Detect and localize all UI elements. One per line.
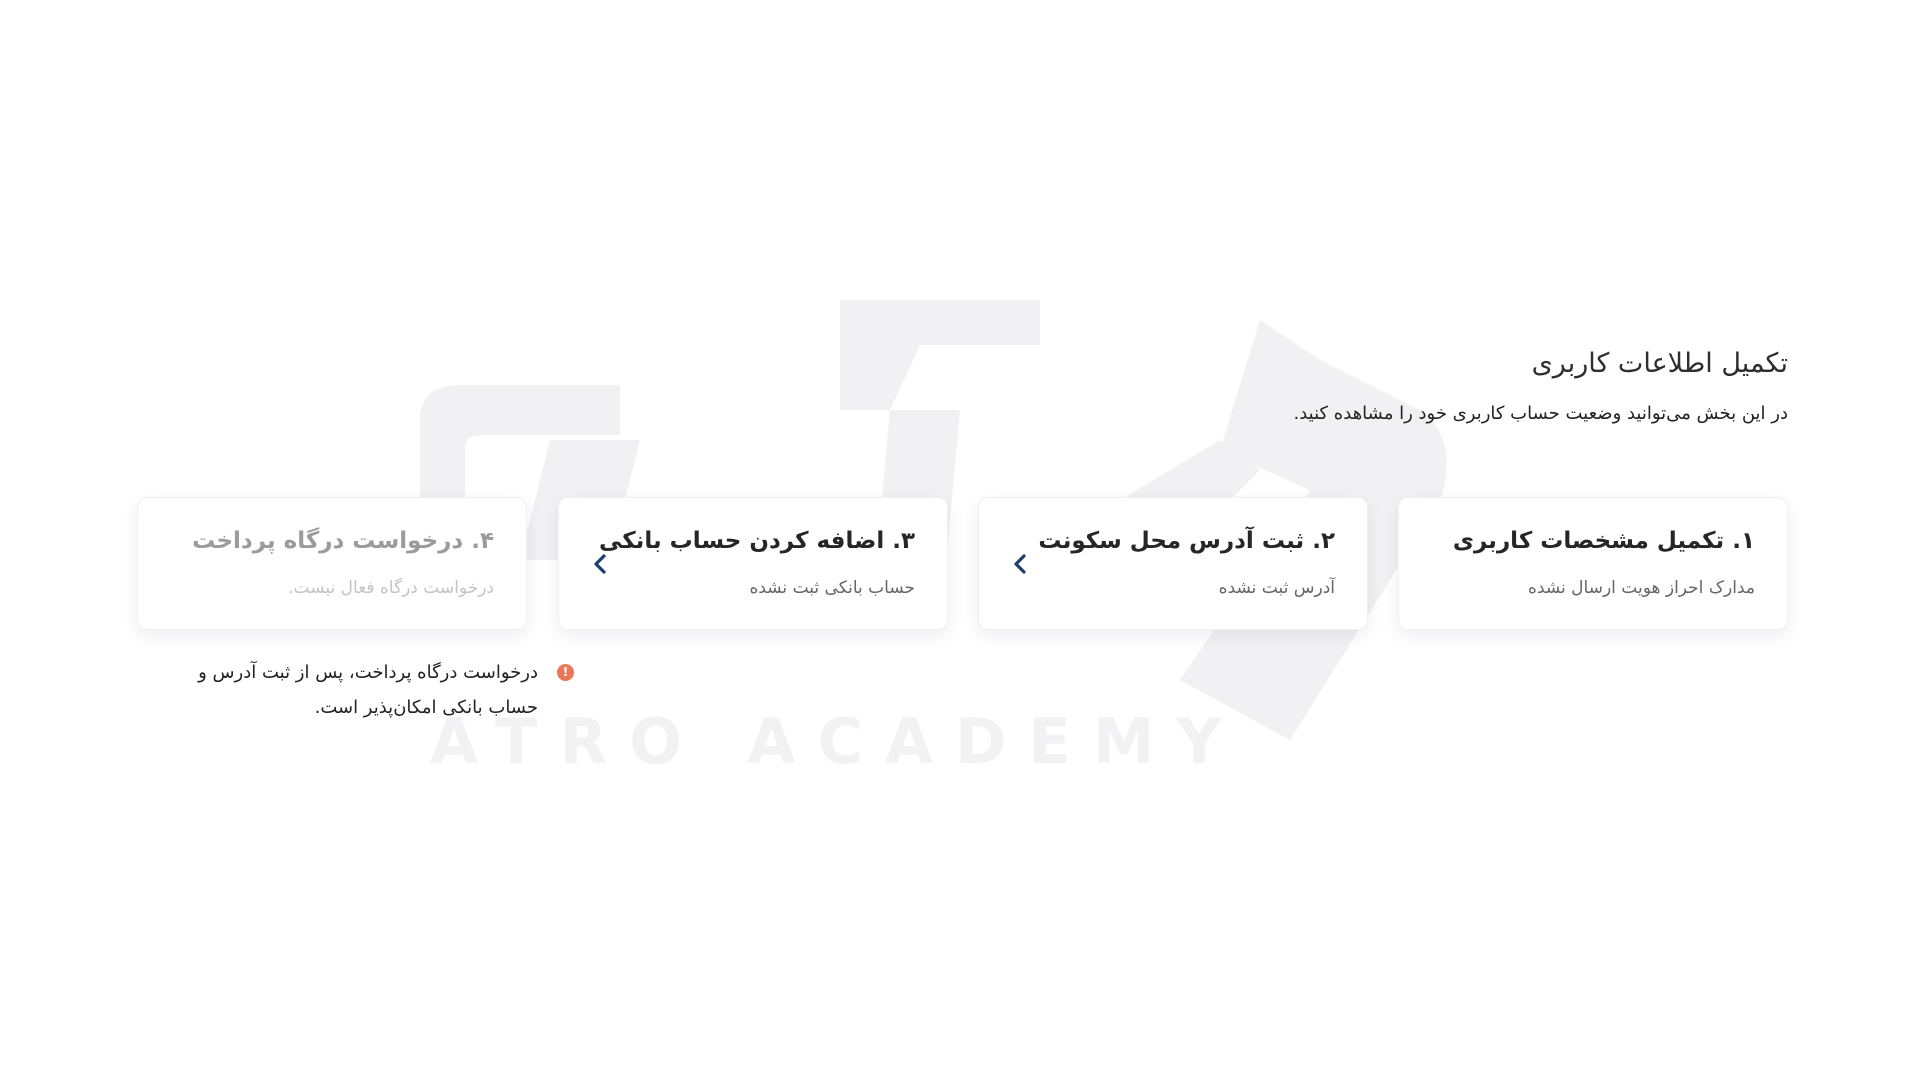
step-card-address[interactable]: ۲. ثبت آدرس محل سکونت آدرس ثبت نشده [978,497,1368,630]
step-title: ۴. درخواست درگاه پرداخت [192,528,494,554]
steps-row: ۱. تکمیل مشخصات کاربری مدارک احراز هویت … [137,497,1788,632]
page-description: در این بخش می‌توانید وضعیت حساب کاربری خ… [1293,403,1788,424]
page-header: تکمیل اطلاعات کاربری در این بخش می‌توانی… [1268,348,1788,431]
step-title: ۲. ثبت آدرس محل سکونت [1038,528,1335,554]
step-card-profile[interactable]: ۱. تکمیل مشخصات کاربری مدارک احراز هویت … [1398,497,1788,630]
step-card-payment-gateway: ۴. درخواست درگاه پرداخت درخواست درگاه فع… [137,497,527,630]
watermark-text: ATRO ACADEMY [430,705,1244,778]
page-title: تکمیل اطلاعات کاربری [1531,348,1788,379]
step-status: حساب بانکی ثبت نشده [749,578,915,598]
step-title: ۱. تکمیل مشخصات کاربری [1452,528,1755,554]
info-icon: ! [557,664,574,681]
chevron-left-icon[interactable] [1007,550,1035,578]
step-title: ۳. اضافه کردن حساب بانکی [599,528,915,554]
note-text: درخواست درگاه پرداخت، پس از ثبت آدرس و ح… [198,662,538,718]
step-status: مدارک احراز هویت ارسال نشده [1528,578,1755,598]
page: ATRO ACADEMY تکمیل اطلاعات کاربری در این… [0,0,1920,1080]
step-status: درخواست درگاه فعال نیست. [288,578,494,598]
step-card-bank-account[interactable]: ۳. اضافه کردن حساب بانکی حساب بانکی ثبت … [558,497,948,630]
chevron-left-icon[interactable] [587,550,615,578]
gateway-info-note: ! درخواست درگاه پرداخت، پس از ثبت آدرس و… [168,655,574,725]
step-status: آدرس ثبت نشده [1218,578,1335,598]
